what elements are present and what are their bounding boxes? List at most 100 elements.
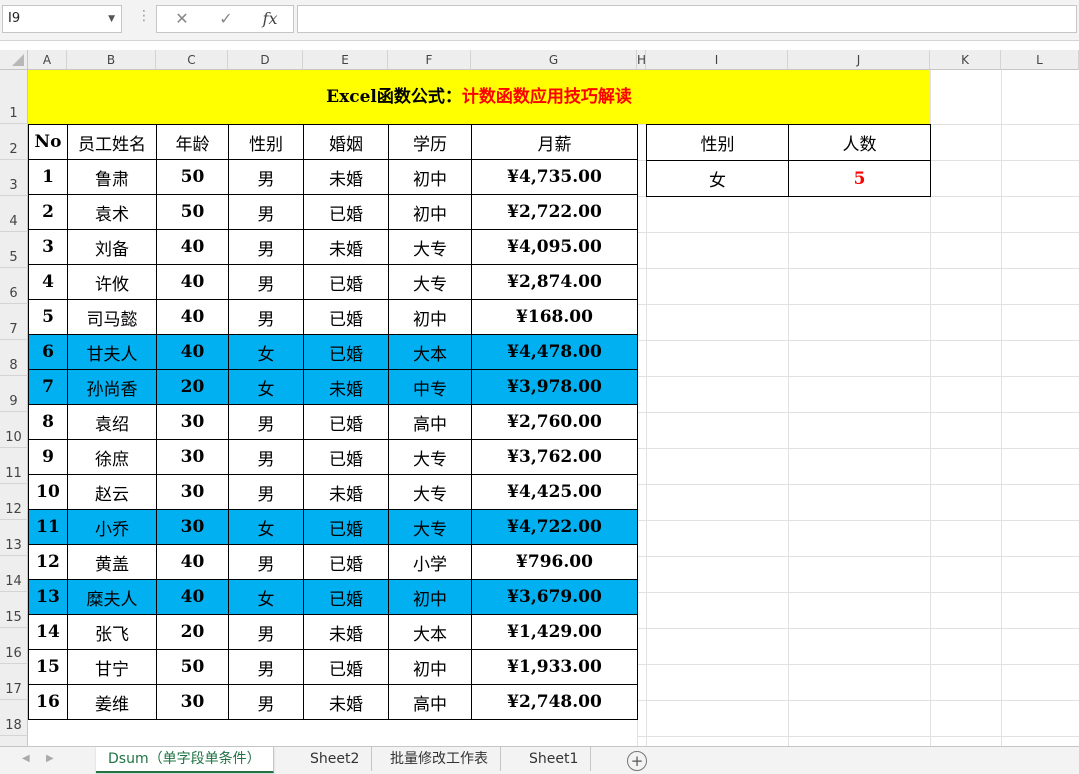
cell-salary[interactable]: ¥3,978.00 <box>471 369 638 405</box>
cell-education[interactable]: 初中 <box>388 159 472 195</box>
cell-gender[interactable]: 男 <box>228 684 304 720</box>
cell-education[interactable]: 中专 <box>388 369 472 405</box>
cell-gender[interactable]: 男 <box>228 229 304 265</box>
name-box[interactable]: I9 ▼ <box>2 5 122 33</box>
header-no[interactable]: No <box>28 124 68 160</box>
row-header-19[interactable] <box>0 736 28 746</box>
cell-salary[interactable]: ¥1,429.00 <box>471 614 638 650</box>
header-name[interactable]: 员工姓名 <box>67 124 157 160</box>
row-header-1[interactable]: 1 <box>0 70 28 124</box>
cell-marital[interactable]: 已婚 <box>303 194 389 230</box>
row-header-12[interactable]: 12 <box>0 484 28 520</box>
cell-name[interactable]: 刘备 <box>67 229 157 265</box>
cell-no[interactable]: 7 <box>28 369 68 405</box>
summary-header-gender[interactable]: 性别 <box>646 124 789 161</box>
cell-no[interactable]: 13 <box>28 579 68 615</box>
cell-marital[interactable]: 未婚 <box>303 614 389 650</box>
cell-name[interactable]: 孙尚香 <box>67 369 157 405</box>
cell-salary[interactable]: ¥2,748.00 <box>471 684 638 720</box>
cell-name[interactable]: 许攸 <box>67 264 157 300</box>
cell-name[interactable]: 司马懿 <box>67 299 157 335</box>
column-header-b[interactable]: B <box>67 50 156 70</box>
cell-name[interactable]: 赵云 <box>67 474 157 510</box>
cell-name[interactable]: 糜夫人 <box>67 579 157 615</box>
column-header-k[interactable]: K <box>930 50 1001 70</box>
cell-marital[interactable]: 未婚 <box>303 159 389 195</box>
row-header-14[interactable]: 14 <box>0 556 28 592</box>
cell-education[interactable]: 初中 <box>388 299 472 335</box>
cell-salary[interactable]: ¥3,762.00 <box>471 439 638 475</box>
cell-age[interactable]: 30 <box>156 474 229 510</box>
cell-marital[interactable]: 已婚 <box>303 299 389 335</box>
cell-marital[interactable]: 已婚 <box>303 264 389 300</box>
insert-function-icon[interactable]: fx <box>253 8 287 30</box>
cell-gender[interactable]: 女 <box>228 509 304 545</box>
row-header-11[interactable]: 11 <box>0 448 28 484</box>
cell-age[interactable]: 30 <box>156 439 229 475</box>
row-header-10[interactable]: 10 <box>0 412 28 448</box>
cell-age[interactable]: 40 <box>156 229 229 265</box>
header-age[interactable]: 年龄 <box>156 124 229 160</box>
row-header-8[interactable]: 8 <box>0 340 28 376</box>
row-header-9[interactable]: 9 <box>0 376 28 412</box>
cell-age[interactable]: 40 <box>156 579 229 615</box>
column-header-g[interactable]: G <box>471 50 637 70</box>
cell-name[interactable]: 甘宁 <box>67 649 157 685</box>
cell-salary[interactable]: ¥2,874.00 <box>471 264 638 300</box>
column-header-d[interactable]: D <box>228 50 303 70</box>
column-header-a[interactable]: A <box>28 50 67 70</box>
cell-salary[interactable]: ¥2,722.00 <box>471 194 638 230</box>
cell-education[interactable]: 高中 <box>388 684 472 720</box>
cell-no[interactable]: 3 <box>28 229 68 265</box>
row-header-3[interactable]: 3 <box>0 160 28 196</box>
cell-marital[interactable]: 未婚 <box>303 684 389 720</box>
formula-input[interactable] <box>297 5 1077 33</box>
cell-marital[interactable]: 已婚 <box>303 439 389 475</box>
cell-no[interactable]: 4 <box>28 264 68 300</box>
cell-salary[interactable]: ¥4,095.00 <box>471 229 638 265</box>
row-header-2[interactable]: 2 <box>0 124 28 160</box>
header-education[interactable]: 学历 <box>388 124 472 160</box>
cell-age[interactable]: 50 <box>156 649 229 685</box>
cell-no[interactable]: 15 <box>28 649 68 685</box>
cell-name[interactable]: 袁术 <box>67 194 157 230</box>
cell-marital[interactable]: 未婚 <box>303 474 389 510</box>
cell-salary[interactable]: ¥4,425.00 <box>471 474 638 510</box>
cell-name[interactable]: 张飞 <box>67 614 157 650</box>
cell-no[interactable]: 8 <box>28 404 68 440</box>
cell-salary[interactable]: ¥4,735.00 <box>471 159 638 195</box>
add-sheet-icon[interactable]: + <box>627 751 647 771</box>
summary-header-count[interactable]: 人数 <box>788 124 931 161</box>
column-header-l[interactable]: L <box>1001 50 1079 70</box>
cell-gender[interactable]: 男 <box>228 159 304 195</box>
header-gender[interactable]: 性别 <box>228 124 304 160</box>
row-header-13[interactable]: 13 <box>0 520 28 556</box>
cell-gender[interactable]: 女 <box>228 334 304 370</box>
column-header-e[interactable]: E <box>303 50 388 70</box>
summary-count-value[interactable]: 5 <box>788 160 931 197</box>
cell-gender[interactable]: 男 <box>228 544 304 580</box>
cell-gender[interactable]: 男 <box>228 404 304 440</box>
cell-salary[interactable]: ¥4,722.00 <box>471 509 638 545</box>
sheet-tab-dsum[interactable]: Dsum（单字段单条件） <box>96 747 274 773</box>
cell-gender[interactable]: 女 <box>228 369 304 405</box>
cell-name[interactable]: 徐庶 <box>67 439 157 475</box>
cell-marital[interactable]: 已婚 <box>303 404 389 440</box>
cell-name[interactable]: 姜维 <box>67 684 157 720</box>
chevron-down-icon[interactable]: ▼ <box>108 6 115 32</box>
cell-marital[interactable]: 已婚 <box>303 579 389 615</box>
cell-education[interactable]: 初中 <box>388 194 472 230</box>
sheet-tab-batch-edit[interactable]: 批量修改工作表 <box>378 747 501 771</box>
sheet-tab-sheet2[interactable]: Sheet2 <box>298 747 373 771</box>
cell-no[interactable]: 10 <box>28 474 68 510</box>
cell-age[interactable]: 50 <box>156 194 229 230</box>
cell-no[interactable]: 14 <box>28 614 68 650</box>
cell-marital[interactable]: 未婚 <box>303 369 389 405</box>
column-header-f[interactable]: F <box>388 50 471 70</box>
cell-no[interactable]: 16 <box>28 684 68 720</box>
cell-age[interactable]: 40 <box>156 334 229 370</box>
row-header-6[interactable]: 6 <box>0 268 28 304</box>
cell-age[interactable]: 40 <box>156 299 229 335</box>
cell-no[interactable]: 5 <box>28 299 68 335</box>
cell-name[interactable]: 黄盖 <box>67 544 157 580</box>
